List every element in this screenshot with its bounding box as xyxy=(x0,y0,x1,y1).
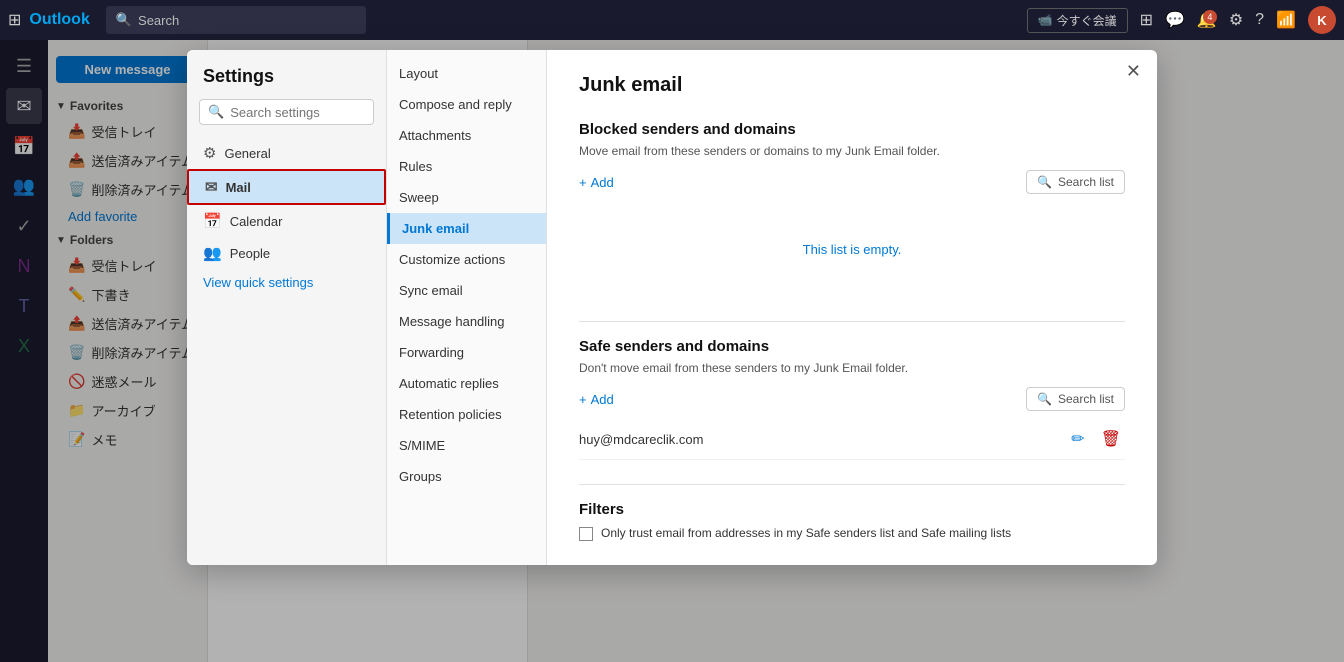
search-icon: 🔍 xyxy=(116,12,132,28)
safe-title: Safe senders and domains xyxy=(579,338,1125,355)
search-list-icon-2: 🔍 xyxy=(1037,392,1052,406)
feedback-icon[interactable]: 💬 xyxy=(1165,10,1185,30)
edit-email-button[interactable]: ✏ xyxy=(1067,427,1088,451)
safe-email-row: huy@mdcareclik.com ✏ 🗑 xyxy=(579,419,1125,460)
blocked-add-label: Add xyxy=(591,175,614,190)
user-avatar[interactable]: K xyxy=(1308,6,1336,34)
settings-nav-label: General xyxy=(224,146,270,161)
blocked-action-row: + Add 🔍 Search list xyxy=(579,170,1125,194)
search-placeholder: Search xyxy=(138,13,179,28)
settings-middle-compose[interactable]: Compose and reply xyxy=(387,89,546,120)
settings-middle-retention[interactable]: Retention policies xyxy=(387,399,546,430)
settings-nav-label-cal: Calendar xyxy=(230,214,283,229)
settings-nav-calendar[interactable]: 📅 Calendar xyxy=(187,205,386,237)
settings-middle-customize[interactable]: Customize actions xyxy=(387,244,546,275)
settings-nav-label-mail: Mail xyxy=(226,180,251,195)
settings-overlay: Settings 🔍 ⚙ General ✉ Mail 📅 Calendar 👥… xyxy=(0,40,1344,662)
filters-section: Filters Only trust email from addresses … xyxy=(579,501,1125,541)
topbar-search-box[interactable]: 🔍 Search xyxy=(106,6,366,34)
help-icon[interactable]: ? xyxy=(1255,11,1264,29)
signal-icon[interactable]: 📶 xyxy=(1276,10,1296,30)
notification-badge: 4 xyxy=(1203,10,1217,24)
safe-search-list-button[interactable]: 🔍 Search list xyxy=(1026,387,1125,411)
settings-icon[interactable]: ⚙ xyxy=(1229,10,1243,30)
bell-icon[interactable]: 🔔 4 xyxy=(1197,10,1217,30)
blocked-title: Blocked senders and domains xyxy=(579,121,1125,138)
settings-middle-sync[interactable]: Sync email xyxy=(387,275,546,306)
general-icon: ⚙ xyxy=(203,144,216,162)
settings-middle-forward[interactable]: Forwarding xyxy=(387,337,546,368)
settings-nav-general[interactable]: ⚙ General xyxy=(187,137,386,169)
email-row-actions: ✏ 🗑 xyxy=(1067,427,1125,451)
settings-middle-layout[interactable]: Layout xyxy=(387,58,546,89)
blocked-desc: Move email from these senders or domains… xyxy=(579,144,1125,158)
blocked-section: Blocked senders and domains Move email f… xyxy=(579,121,1125,297)
settings-dialog: Settings 🔍 ⚙ General ✉ Mail 📅 Calendar 👥… xyxy=(187,50,1157,565)
blocked-search-list-button[interactable]: 🔍 Search list xyxy=(1026,170,1125,194)
safe-email-address: huy@mdcareclik.com xyxy=(579,432,1067,447)
safe-search-label: Search list xyxy=(1058,392,1114,406)
settings-search-input[interactable] xyxy=(230,105,387,120)
settings-title: Settings xyxy=(187,66,386,99)
section-divider-2 xyxy=(579,484,1125,485)
settings-nav-label-people: People xyxy=(230,246,270,261)
safe-action-row: + Add 🔍 Search list xyxy=(579,387,1125,411)
blocked-add-button[interactable]: + Add xyxy=(579,175,1026,190)
section-divider xyxy=(579,321,1125,322)
settings-middle-auto[interactable]: Automatic replies xyxy=(387,368,546,399)
blocked-empty-message: This list is empty. xyxy=(579,202,1125,297)
blocked-search-label: Search list xyxy=(1058,175,1114,189)
settings-middle-smime[interactable]: S/MIME xyxy=(387,430,546,461)
view-quick-settings[interactable]: View quick settings xyxy=(187,269,386,296)
grid2-icon[interactable]: ⊞ xyxy=(1140,10,1153,30)
settings-nav-people[interactable]: 👥 People xyxy=(187,237,386,269)
app-logo: Outlook xyxy=(29,11,89,29)
settings-middle-sweep[interactable]: Sweep xyxy=(387,182,546,213)
meet-now-button[interactable]: 📹 今すぐ会議 xyxy=(1027,8,1128,33)
settings-search-box[interactable]: 🔍 xyxy=(199,99,374,125)
settings-nav-mail[interactable]: ✉ Mail xyxy=(187,169,386,205)
settings-content: ✕ Junk email Blocked senders and domains… xyxy=(547,50,1157,565)
settings-middle-message[interactable]: Message handling xyxy=(387,306,546,337)
safe-add-label: Add xyxy=(591,392,614,407)
safe-section: Safe senders and domains Don't move emai… xyxy=(579,338,1125,460)
settings-middle-rules[interactable]: Rules xyxy=(387,151,546,182)
search-list-icon: 🔍 xyxy=(1037,175,1052,189)
people-icon: 👥 xyxy=(203,244,222,262)
mail-icon: ✉ xyxy=(205,178,218,196)
plus-icon: + xyxy=(579,175,587,190)
plus-icon-2: + xyxy=(579,392,587,407)
safe-desc: Don't move email from these senders to m… xyxy=(579,361,1125,375)
settings-middle-junk[interactable]: Junk email xyxy=(387,213,546,244)
topbar: ⊞ Outlook 🔍 Search 📹 今すぐ会議 ⊞ 💬 🔔 4 ⚙ ? 📶… xyxy=(0,0,1344,40)
delete-email-button[interactable]: 🗑 xyxy=(1097,427,1125,451)
filter-checkbox[interactable] xyxy=(579,527,593,541)
settings-middle-nav: Layout Compose and reply Attachments Rul… xyxy=(387,50,547,565)
topbar-right: 📹 今すぐ会議 ⊞ 💬 🔔 4 ⚙ ? 📶 K xyxy=(1027,6,1336,34)
filter-checkbox-row: Only trust email from addresses in my Sa… xyxy=(579,526,1125,541)
calendar-icon: 📅 xyxy=(203,212,222,230)
safe-add-button[interactable]: + Add xyxy=(579,392,1026,407)
filter-checkbox-label: Only trust email from addresses in my Sa… xyxy=(601,526,1011,540)
close-button[interactable]: ✕ xyxy=(1126,62,1141,80)
settings-nav: Settings 🔍 ⚙ General ✉ Mail 📅 Calendar 👥… xyxy=(187,50,387,565)
filters-title: Filters xyxy=(579,501,1125,518)
search-icon-settings: 🔍 xyxy=(208,104,224,120)
grid-icon[interactable]: ⊞ xyxy=(8,10,21,30)
settings-middle-groups[interactable]: Groups xyxy=(387,461,546,492)
settings-middle-attach[interactable]: Attachments xyxy=(387,120,546,151)
settings-content-title: Junk email xyxy=(579,74,1125,97)
